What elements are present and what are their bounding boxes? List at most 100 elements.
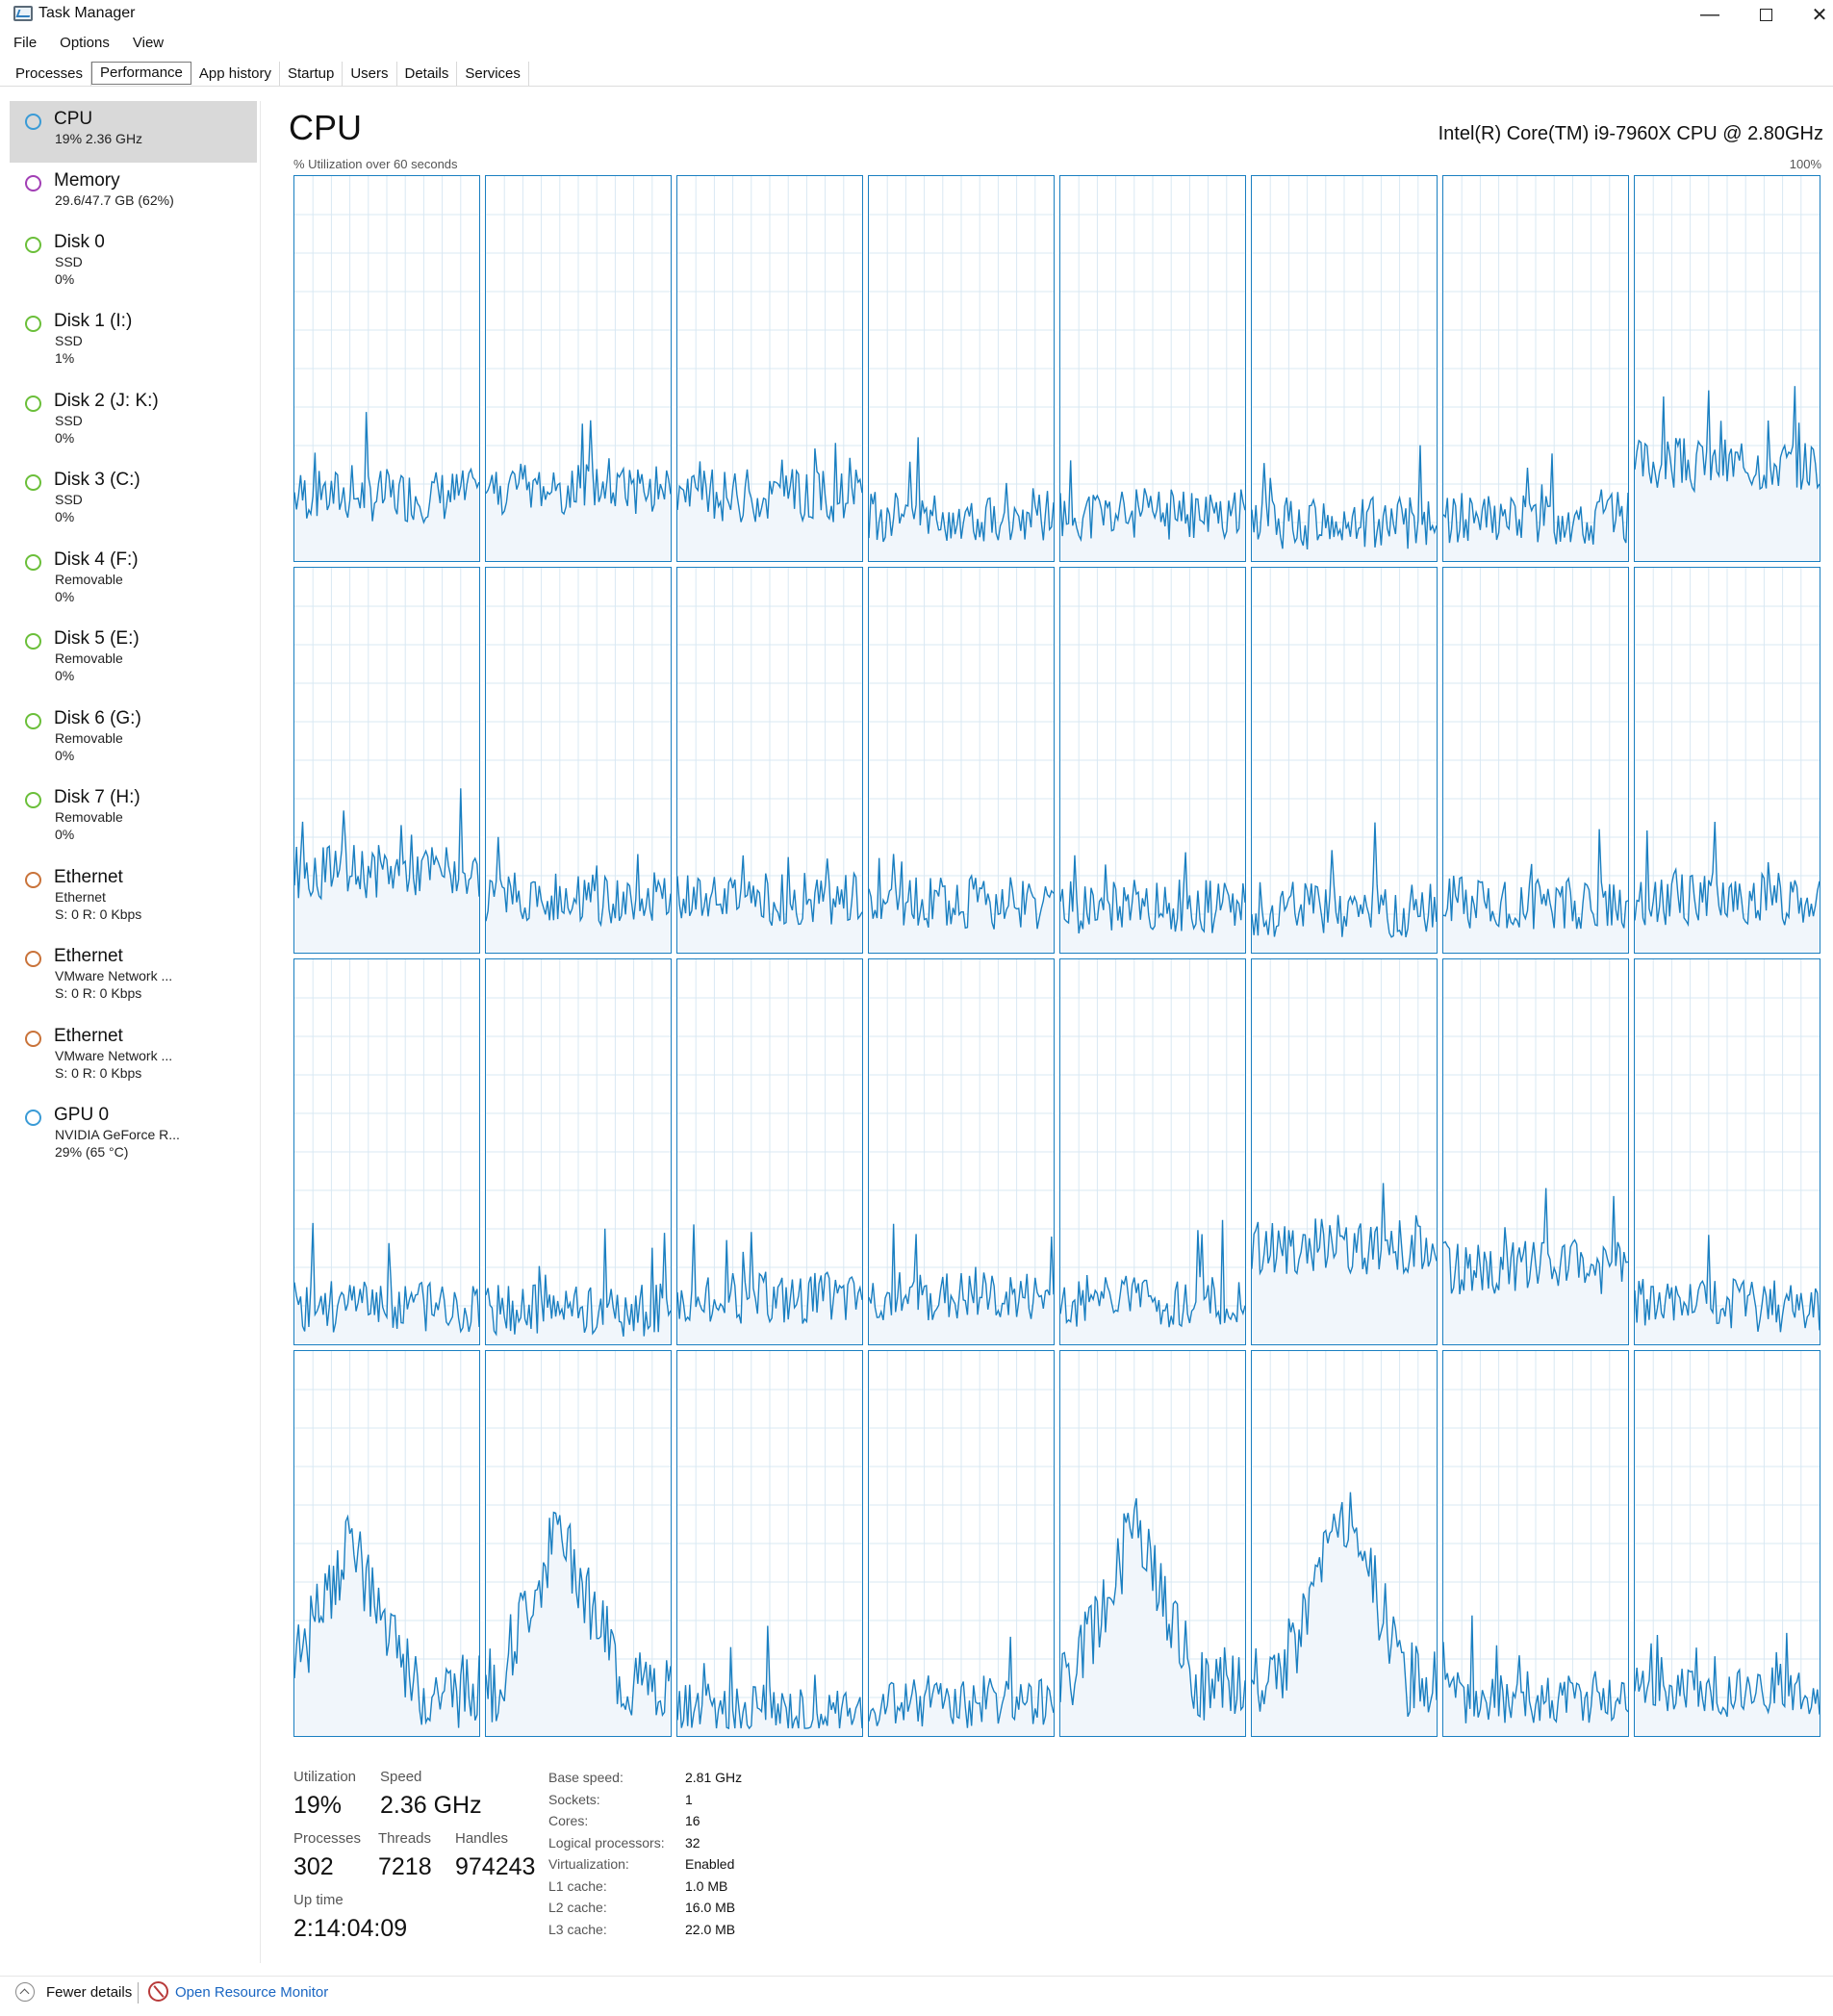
tab-performance[interactable]: Performance	[91, 62, 191, 85]
sidebar-item-detail: 0%	[55, 748, 75, 763]
spec-label: Virtualization:	[548, 1856, 629, 1872]
resource-circle-icon	[25, 1031, 41, 1047]
sidebar-item-title: Memory	[54, 170, 120, 191]
spec-value: Enabled	[685, 1856, 735, 1872]
menu-view[interactable]: View	[119, 33, 173, 56]
resource-circle-icon	[25, 554, 41, 571]
logical-processor-graph-11	[868, 567, 1055, 954]
sidebar-item-detail: S: 0 R: 0 Kbps	[55, 906, 142, 922]
sidebar-item-11[interactable]: Ethernet VMware Network ... S: 0 R: 0 Kbps	[10, 938, 257, 1011]
resource-circle-icon	[25, 951, 41, 967]
spec-value: 1.0 MB	[685, 1877, 728, 1894]
spec-value: 2.81 GHz	[685, 1770, 743, 1785]
sidebar-item-4[interactable]: Disk 2 (J: K:) SSD 0%	[10, 383, 257, 456]
sidebar-item-detail: 0%	[55, 509, 75, 524]
sidebar-item-10[interactable]: Ethernet Ethernet S: 0 R: 0 Kbps	[10, 859, 257, 932]
logical-processor-graph-22	[1442, 958, 1629, 1345]
sidebar-item-detail: SSD	[55, 254, 83, 269]
tab-app-history[interactable]: App history	[191, 62, 280, 87]
tab-strip: Processes Performance App history Startu…	[8, 62, 529, 87]
handles-value: 974243	[455, 1853, 536, 1880]
sidebar-item-13[interactable]: GPU 0 NVIDIA GeForce R... 29% (65 °C)	[10, 1097, 257, 1170]
sidebar-item-detail: 0%	[55, 827, 75, 842]
chevron-up-icon[interactable]	[15, 1982, 35, 2002]
tab-services[interactable]: Services	[457, 62, 529, 87]
sidebar-item-title: Disk 4 (F:)	[54, 549, 139, 570]
logical-processor-graphs[interactable]	[293, 175, 1821, 1740]
resource-monitor-icon[interactable]	[148, 1981, 168, 2002]
logical-processor-graph-9	[485, 567, 672, 954]
sidebar-item-8[interactable]: Disk 6 (G:) Removable 0%	[10, 701, 257, 774]
sidebar-item-detail: S: 0 R: 0 Kbps	[55, 1065, 142, 1081]
sidebar-item-5[interactable]: Disk 3 (C:) SSD 0%	[10, 462, 257, 535]
sidebar-item-detail: 0%	[55, 271, 75, 287]
sidebar-item-title: Disk 7 (H:)	[54, 787, 140, 807]
task-manager-icon	[13, 6, 33, 21]
spec-label: L2 cache:	[548, 1900, 607, 1915]
menu-file[interactable]: File	[0, 33, 46, 56]
resource-circle-icon	[25, 175, 41, 191]
tab-startup[interactable]: Startup	[280, 62, 344, 87]
sidebar-item-detail: S: 0 R: 0 Kbps	[55, 985, 142, 1001]
maximize-button[interactable]	[1738, 0, 1794, 29]
sidebar-item-detail: SSD	[55, 413, 83, 428]
spec-label: Logical processors:	[548, 1834, 665, 1850]
tab-users[interactable]: Users	[343, 62, 397, 87]
spec-label: L1 cache:	[548, 1877, 607, 1894]
speed-value: 2.36 GHz	[380, 1792, 482, 1819]
logical-processor-graph-16	[293, 958, 480, 1345]
menu-options[interactable]: Options	[46, 33, 119, 56]
sidebar-item-7[interactable]: Disk 5 (E:) Removable 0%	[10, 621, 257, 694]
sidebar-item-12[interactable]: Ethernet VMware Network ... S: 0 R: 0 Kbps	[10, 1018, 257, 1091]
sidebar-item-0[interactable]: CPU 19% 2.36 GHz	[10, 101, 257, 163]
sidebar-item-detail: SSD	[55, 333, 83, 348]
sidebar-item-detail: Removable	[55, 809, 123, 825]
menu-bar: File Options View	[0, 33, 173, 56]
window-title: Task Manager	[38, 5, 136, 21]
logical-processor-graph-4	[1059, 175, 1246, 562]
sidebar-item-3[interactable]: Disk 1 (I:) SSD 1%	[10, 303, 257, 376]
minimize-button[interactable]: —	[1682, 0, 1738, 29]
sidebar-item-title: GPU 0	[54, 1105, 110, 1125]
logical-processor-graph-18	[676, 958, 863, 1345]
sidebar-item-detail: 0%	[55, 589, 75, 604]
sidebar-item-title: Disk 1 (I:)	[54, 311, 133, 331]
sidebar-item-detail: VMware Network ...	[55, 1048, 173, 1063]
sidebar-item-detail: SSD	[55, 492, 83, 507]
sidebar-divider	[260, 101, 261, 1963]
fewer-details-button[interactable]: Fewer details	[46, 1984, 132, 2001]
resource-circle-icon	[25, 396, 41, 412]
handles-label: Handles	[455, 1830, 509, 1847]
page-title: CPU	[289, 108, 363, 147]
resource-circle-icon	[25, 237, 41, 253]
close-button[interactable]: ✕	[1792, 0, 1833, 29]
spec-label: Sockets:	[548, 1791, 600, 1807]
utilization-label: Utilization	[293, 1769, 357, 1785]
logical-processor-graph-15	[1634, 567, 1820, 954]
processes-label: Processes	[293, 1830, 362, 1847]
sidebar-item-detail: 29.6/47.7 GB (62%)	[55, 192, 174, 208]
logical-processor-graph-24	[293, 1350, 480, 1737]
spec-value: 16	[685, 1813, 700, 1828]
sidebar-item-title: CPU	[54, 109, 93, 129]
logical-processor-graph-10	[676, 567, 863, 954]
sidebar-item-detail: Removable	[55, 651, 123, 666]
sidebar-item-title: Disk 5 (E:)	[54, 628, 140, 649]
sidebar-item-6[interactable]: Disk 4 (F:) Removable 0%	[10, 542, 257, 615]
footer-divider	[0, 1976, 1833, 1977]
tab-details[interactable]: Details	[397, 62, 458, 87]
sidebar-item-detail: 29% (65 °C)	[55, 1144, 129, 1160]
open-resource-monitor-link[interactable]: Open Resource Monitor	[175, 1984, 328, 2001]
resource-sidebar: CPU 19% 2.36 GHz Memory 29.6/47.7 GB (62%) D…	[10, 101, 257, 1958]
resource-circle-icon	[25, 633, 41, 650]
resource-circle-icon	[25, 872, 41, 888]
resource-circle-icon	[25, 114, 41, 130]
graph-max-label: 100%	[1789, 157, 1821, 171]
sidebar-item-2[interactable]: Disk 0 SSD 0%	[10, 224, 257, 297]
sidebar-item-9[interactable]: Disk 7 (H:) Removable 0%	[10, 779, 257, 853]
resource-circle-icon	[25, 1110, 41, 1126]
sidebar-item-detail: NVIDIA GeForce R...	[55, 1127, 180, 1142]
logical-processor-graph-8	[293, 567, 480, 954]
sidebar-item-title: Ethernet	[54, 1026, 123, 1046]
tab-processes[interactable]: Processes	[8, 62, 92, 87]
